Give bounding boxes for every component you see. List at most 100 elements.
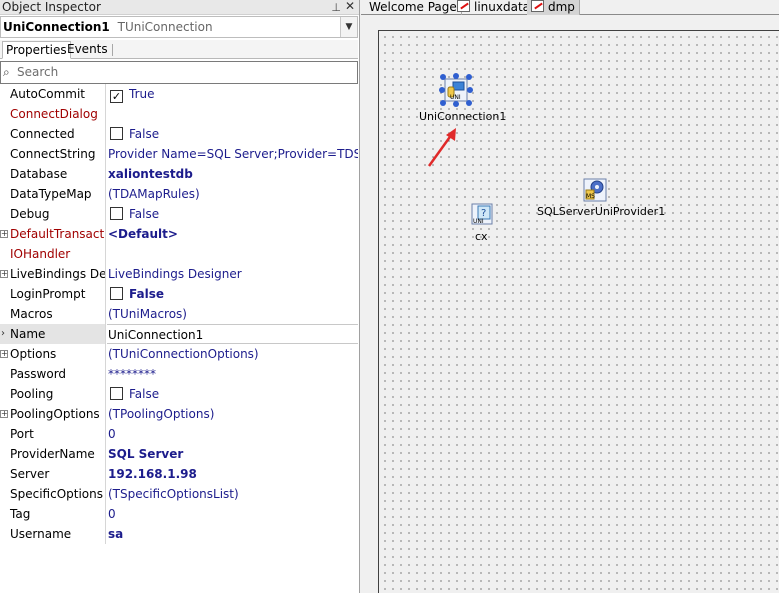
property-row[interactable]: Port 0 <box>0 424 358 444</box>
property-value-text: (TPoolingOptions) <box>108 407 215 421</box>
property-value[interactable]: sa <box>107 524 358 544</box>
property-row[interactable]: ConnectDialog <box>0 104 358 124</box>
property-value[interactable]: (TUniConnectionOptions) <box>107 344 358 364</box>
property-name: ConnectDialog <box>0 104 106 124</box>
uniconnection-label: UniConnection1 <box>419 110 507 123</box>
property-row[interactable]: LoginPrompt False <box>0 284 358 304</box>
property-name: Macros <box>0 304 106 324</box>
tab-linuxdata[interactable]: linuxdata <box>453 0 536 15</box>
checkbox[interactable]: ✓ <box>110 90 123 103</box>
property-value-text: False <box>129 127 160 141</box>
property-value[interactable] <box>107 104 358 124</box>
property-value[interactable]: 0 <box>107 424 358 444</box>
property-value[interactable]: UniConnection1 <box>107 324 358 344</box>
property-row[interactable]: DataTypeMap (TDAMapRules) <box>0 184 358 204</box>
checkbox[interactable] <box>110 287 123 300</box>
selection-handle[interactable] <box>466 74 472 80</box>
property-value[interactable]: False <box>107 124 358 144</box>
sqlserver-provider-component[interactable]: MS <box>581 176 609 204</box>
property-row[interactable]: ConnectString Provider Name=SQL Server;Pr… <box>0 144 358 164</box>
property-value[interactable]: False <box>107 384 358 404</box>
selection-handle[interactable] <box>440 74 446 80</box>
property-value[interactable]: (TDAMapRules) <box>107 184 358 204</box>
property-row[interactable]: Debug False <box>0 204 358 224</box>
property-name: LiveBindings Designer <box>0 264 106 284</box>
tab-dmp[interactable]: dmp <box>527 0 580 15</box>
property-row[interactable]: Database xaliontestdb <box>0 164 358 184</box>
property-row[interactable]: Server 192.168.1.98 <box>0 464 358 484</box>
selection-handle[interactable] <box>453 101 459 107</box>
property-row[interactable]: Macros (TUniMacros) <box>0 304 358 324</box>
inspector-tabs: Properties Events <box>0 40 358 59</box>
property-value[interactable]: xaliontestdb <box>107 164 358 184</box>
property-row[interactable]: AutoCommit ✓ True <box>0 84 358 104</box>
selection-handle[interactable] <box>466 100 472 106</box>
property-name: AutoCommit <box>0 84 106 104</box>
property-grid: AutoCommit ✓ True ConnectDialog Connected Fal… <box>0 84 358 544</box>
property-value[interactable]: 192.168.1.98 <box>107 464 358 484</box>
checkbox[interactable] <box>110 207 123 220</box>
property-value[interactable] <box>107 244 358 264</box>
checkbox[interactable] <box>110 127 123 140</box>
uniconnection-component[interactable]: UNI <box>439 73 473 107</box>
tab-label: Welcome Page <box>369 0 457 14</box>
form-designer: Welcome Page linuxdata dmp UNI UniConnec… <box>361 0 779 593</box>
property-name: PoolingOptions <box>0 404 106 424</box>
design-surface[interactable]: UNI UniConnection1 MS SQLServerUniProvid… <box>378 30 779 593</box>
checkbox[interactable] <box>110 387 123 400</box>
property-value[interactable]: ✓ True <box>107 84 358 104</box>
property-value-text: (TDAMapRules) <box>108 187 200 201</box>
property-value[interactable]: (TUniMacros) <box>107 304 358 324</box>
selection-handle[interactable] <box>440 100 446 106</box>
chevron-down-icon[interactable]: ▼ <box>340 17 357 37</box>
property-value[interactable]: False <box>107 284 358 304</box>
property-row[interactable]: + Options (TUniConnectionOptions) <box>0 344 358 364</box>
property-value[interactable]: SQL Server <box>107 444 358 464</box>
property-row[interactable]: Connected False <box>0 124 358 144</box>
component-selector[interactable]: UniConnection1 TUniConnection ▼ <box>0 16 358 38</box>
pin-icon[interactable]: ⊥ <box>331 0 341 15</box>
property-value-text: True <box>129 87 155 101</box>
close-icon[interactable]: ✕ <box>345 0 355 14</box>
property-row[interactable]: +LiveBindings DesignerLiveBindings Desig… <box>0 264 358 284</box>
property-value-text: (TSpecificOptionsList) <box>108 487 239 501</box>
cx-component[interactable]: ? UNI <box>469 201 495 227</box>
selection-handle[interactable] <box>439 87 445 93</box>
property-row[interactable]: Username sa <box>0 524 358 544</box>
property-row[interactable]: Tag 0 <box>0 504 358 524</box>
property-row[interactable]: Password ******** <box>0 364 358 384</box>
property-row[interactable]: ProviderName SQL Server <box>0 444 358 464</box>
property-value[interactable]: LiveBindings Designer <box>107 264 358 284</box>
property-name: ProviderName <box>0 444 106 464</box>
document-tabs: Welcome Page linuxdata dmp <box>361 0 779 15</box>
cx-label: cx <box>475 230 488 243</box>
tab-events[interactable]: Events <box>64 41 113 59</box>
tab-label: dmp <box>548 0 575 14</box>
property-name: Pooling <box>0 384 106 404</box>
property-name: Password <box>0 364 106 384</box>
property-value[interactable]: False <box>107 204 358 224</box>
query-icon: ? UNI <box>471 203 493 225</box>
tab-welcome-page[interactable]: Welcome Page <box>365 0 462 15</box>
component-name: UniConnection1 <box>3 20 110 34</box>
property-row[interactable]: +DefaultTransaction<Default> <box>0 224 358 244</box>
property-name: ConnectString <box>0 144 106 164</box>
property-value[interactable]: 0 <box>107 504 358 524</box>
property-value[interactable]: ******** <box>107 364 358 384</box>
selection-handle[interactable] <box>467 87 473 93</box>
property-value[interactable]: Provider Name=SQL Server;Provider=TDS;Da… <box>107 144 358 164</box>
provider-gear-icon: MS <box>583 178 607 202</box>
search-input[interactable]: ⌕ Search <box>0 61 358 84</box>
selection-handle[interactable] <box>453 73 459 79</box>
property-value[interactable]: <Default> <box>107 224 358 244</box>
property-value[interactable]: (TSpecificOptionsList) <box>107 484 358 504</box>
property-row[interactable]: IOHandler <box>0 244 358 264</box>
property-value-text: False <box>129 287 164 301</box>
property-row[interactable]: SpecificOptions (TSpecificOptionsList) <box>0 484 358 504</box>
tab-properties[interactable]: Properties <box>2 41 71 59</box>
property-value-text: (TUniMacros) <box>108 307 187 321</box>
property-value[interactable]: (TPoolingOptions) <box>107 404 358 424</box>
property-row[interactable]: Pooling False <box>0 384 358 404</box>
property-row[interactable]: Name › UniConnection1 <box>0 324 358 344</box>
property-row[interactable]: + PoolingOptions (TPoolingOptions) <box>0 404 358 424</box>
